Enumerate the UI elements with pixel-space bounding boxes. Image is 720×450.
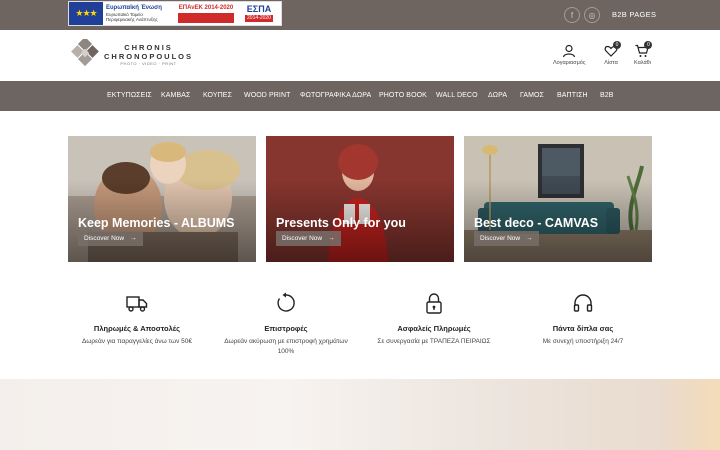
logo-text[interactable]: CHRONIS CHRONOPOULOS PHOTO · VIDEO · PRI… [104,43,194,67]
logo-line2: CHRONOPOULOS [104,52,194,61]
discover-now-button[interactable]: Discover Now → [474,231,539,246]
nav-item-wall-deco[interactable]: WALL DECO [436,92,478,99]
arrow-right-icon: → [130,235,137,242]
epanek-title: ΕΠΑνΕΚ 2014-2020 [178,4,234,11]
main-nav: ΕΚΤΥΠΩΣΕΙΣ ΚΑΜΒΑΣ ΚΟΥΠΕΣ WOOD PRINT ΦΩΤΟ… [0,81,720,111]
discover-now-button[interactable]: Discover Now → [276,231,341,246]
logo-line1: CHRONIS [124,43,173,52]
eu-funding-banner[interactable]: ★★★ Ευρωπαϊκή Ένωση Ευρωπαϊκό Ταμείο Περ… [68,1,282,26]
feature-support: Πάντα δίπλα σας Με συνεχή υποστήριξη 24/… [513,292,653,347]
nav-item-wood-print[interactable]: WOOD PRINT [244,92,291,99]
hero-glow [660,379,720,450]
eu-sub2: Περιφερειακής Ανάπτυξης [106,17,158,22]
user-icon [563,44,576,58]
truck-icon [126,296,148,312]
nav-item-baptism[interactable]: ΒΑΠΤΙΣΗ [557,92,588,99]
epanek-bar [178,12,234,23]
bottom-hero-image [0,379,720,450]
arrow-right-icon: → [526,235,533,242]
feature-title: Πληρωμές & Αποστολές [93,324,181,333]
discover-now-label: Discover Now [282,235,323,242]
eu-title: Ευρωπαϊκή Ένωση [106,5,162,11]
lock-icon [426,293,442,314]
headphones-icon [573,294,593,312]
refresh-icon [277,292,295,312]
feature-title: Πάντα δίπλα σας [552,324,614,333]
eu-flag-icon: ★★★ [69,2,103,25]
site-header: CHRONIS CHRONOPOULOS PHOTO · VIDEO · PRI… [0,30,720,81]
cart-count-badge: 0 [644,41,653,49]
nav-item-wedding[interactable]: ΓΑΜΟΣ [520,92,544,99]
facebook-icon[interactable]: f [564,7,580,23]
wishlist-count-badge: 0 [613,41,621,49]
banner-title: Presents Only for you [276,216,406,230]
feature-desc: Δωρεάν ακύρωση με επιστροφή χρημάτων 100… [224,338,348,355]
arrow-right-icon: → [328,235,335,242]
b2b-pages-link[interactable]: B2B PAGES [612,10,656,19]
nav-item-mugs[interactable]: ΚΟΥΠΕΣ [203,92,232,99]
banner-title: Keep Memories - ALBUMS [78,216,235,230]
logo-mark-icon[interactable] [70,39,100,69]
wishlist-button[interactable]: 0 Λίστα [604,41,621,66]
epanek-logo: ΕΠΑνΕΚ 2014-2020 [175,2,237,25]
feature-desc: Σε συνεργασία με ΤΡΑΠΕΖΑ ΠΕΙΡΑΙΩΣ [377,338,491,345]
eu-text: Ευρωπαϊκή Ένωση Ευρωπαϊκό Ταμείο Περιφερ… [103,2,175,25]
banner-title: Best deco - CAMVAS [474,216,599,230]
feature-shipping: Πληρωμές & Αποστολές Δωρεάν για παραγγελ… [67,292,207,347]
account-label: Λογαριασμός [553,60,586,66]
instagram-icon[interactable]: ◎ [584,7,600,23]
nav-item-photo-gifts[interactable]: ΦΩΤΟΓΡΑΦΙΚΑ ΔΩΡΑ [300,92,371,99]
banner-canvas[interactable]: Best deco - CAMVAS Discover Now → [464,136,652,262]
nav-item-gifts[interactable]: ΔΩΡΑ [488,92,507,99]
banner-albums[interactable]: Keep Memories - ALBUMS Discover Now → [68,136,256,262]
nav-item-photo-book[interactable]: PHOTO BOOK [379,92,427,99]
espa-years: 2014-2020 [245,15,273,22]
account-button[interactable]: Λογαριασμός [553,44,585,66]
feature-desc: Με συνεχή υποστήριξη 24/7 [542,338,624,345]
discover-now-label: Discover Now [480,235,521,242]
feature-returns: Επιστροφές Δωρεάν ακύρωση με επιστροφή χ… [216,292,356,357]
discover-now-button[interactable]: Discover Now → [78,231,143,246]
discover-now-label: Discover Now [84,235,125,242]
cart-label: Καλάθι [634,60,651,66]
espa-title: ΕΣΠΑ [246,4,272,14]
logo-tagline: PHOTO · VIDEO · PRINT [120,61,177,66]
top-bar: ★★★ Ευρωπαϊκή Ένωση Ευρωπαϊκό Ταμείο Περ… [0,0,720,30]
nav-item-canvas[interactable]: ΚΑΜΒΑΣ [161,92,190,99]
feature-desc: Δωρεάν για παραγγελίες άνω των 50€ [82,338,192,345]
nav-item-b2b[interactable]: B2B [600,92,614,99]
espa-logo: ΕΣΠΑ 2014-2020 [237,2,281,25]
feature-secure-payments: Ασφαλείς Πληρωμές Σε συνεργασία με ΤΡΑΠΕ… [364,292,504,347]
banner-presents[interactable]: Presents Only for you Discover Now → [266,136,454,262]
feature-title: Ασφαλείς Πληρωμές [397,324,471,333]
wishlist-label: Λίστα [604,60,618,66]
feature-title: Επιστροφές [264,324,308,333]
nav-item-prints[interactable]: ΕΚΤΥΠΩΣΕΙΣ [107,92,152,99]
cart-button[interactable]: 0 Καλάθι [634,41,653,66]
